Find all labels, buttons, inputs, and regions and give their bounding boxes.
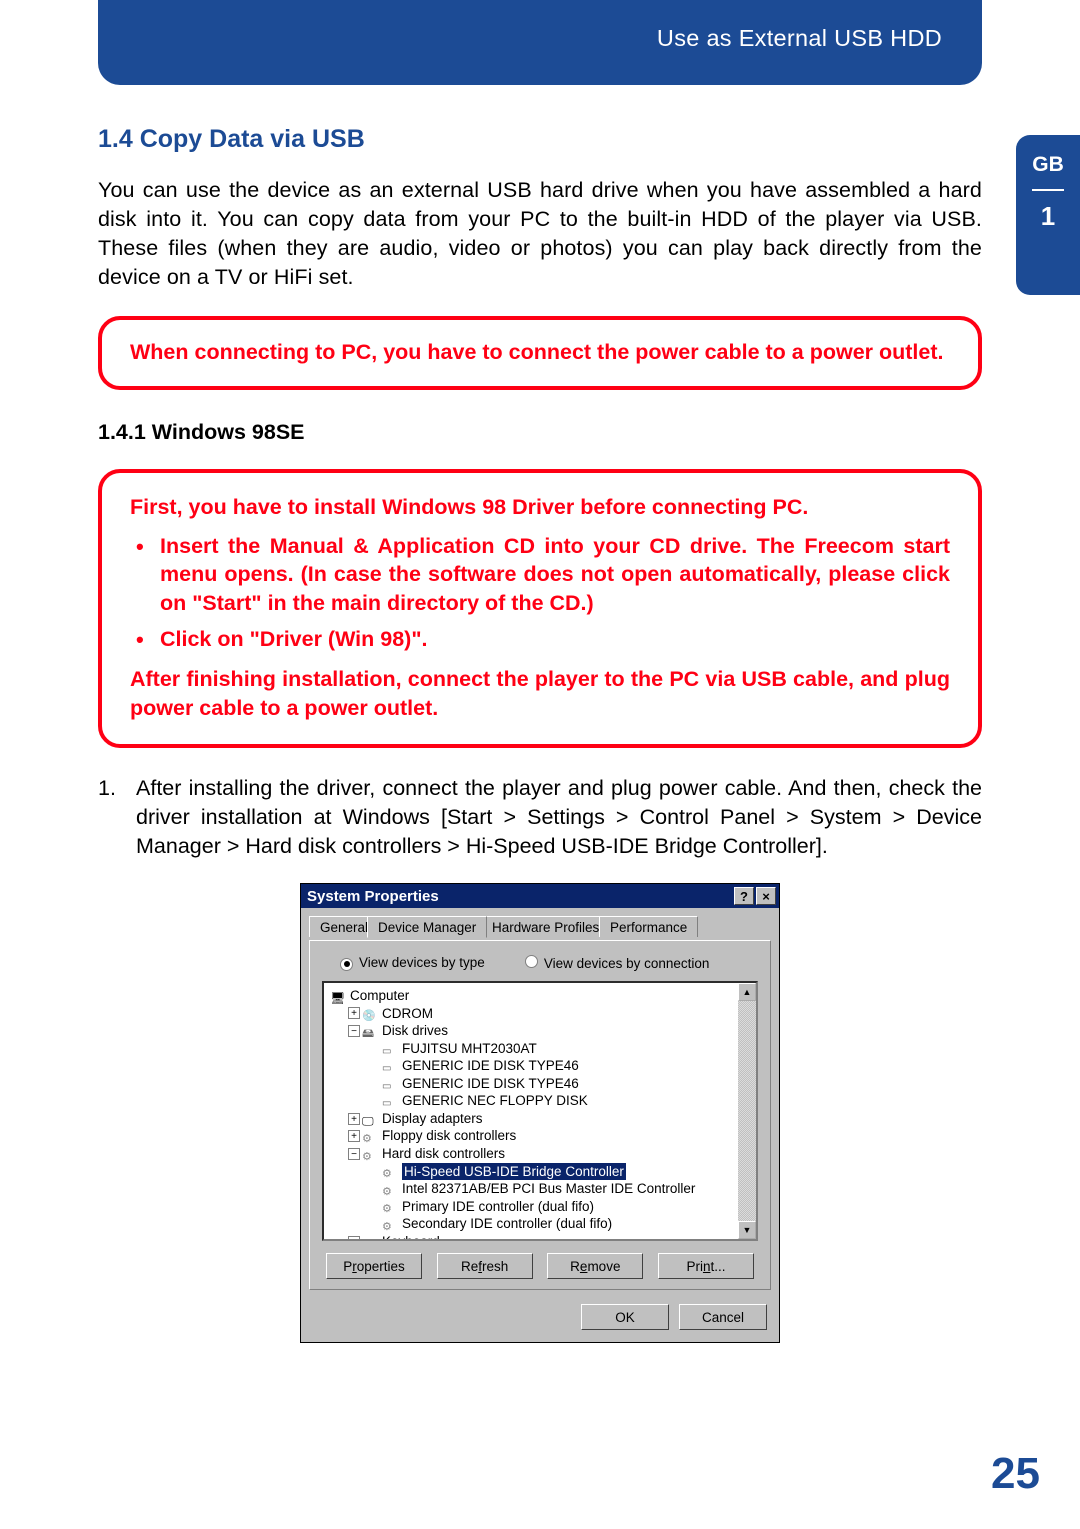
tab-strip: General Device Manager Hardware Profiles… — [309, 916, 771, 940]
tab-hardware-profiles[interactable]: Hardware Profiles — [481, 916, 610, 937]
warning-box-driver: First, you have to install Windows 98 Dr… — [98, 469, 982, 748]
header-title: Use as External USB HDD — [657, 25, 942, 52]
driver-bullet-2: Click on "Driver (Win 98)". — [160, 625, 950, 653]
display-icon — [362, 1112, 378, 1126]
close-icon[interactable]: × — [756, 887, 776, 905]
step-1: 1. After installing the driver, connect … — [98, 774, 982, 861]
floppy-ctrl-icon — [362, 1129, 378, 1143]
device-tree[interactable]: Computer +CDROM −Disk drives FUJITSU MHT… — [324, 983, 738, 1239]
language-code: GB — [1032, 153, 1064, 177]
controller-icon — [382, 1164, 398, 1178]
radio-view-by-connection[interactable]: View devices by connection — [525, 955, 710, 971]
keyboard-icon — [362, 1235, 378, 1242]
driver-trail: After finishing installation, connect th… — [130, 665, 950, 722]
step-1-number: 1. — [98, 774, 116, 803]
controller-icon — [382, 1199, 398, 1213]
disk-icon — [382, 1042, 398, 1056]
scroll-down-icon[interactable]: ▼ — [738, 1221, 756, 1239]
page-header: Use as External USB HDD — [98, 0, 982, 85]
properties-button[interactable]: Properties — [326, 1253, 422, 1279]
warning-box-power: When connecting to PC, you have to conne… — [98, 316, 982, 390]
hdc-icon — [362, 1147, 378, 1161]
step-1-text: After installing the driver, connect the… — [136, 776, 982, 858]
section-heading: 1.4 Copy Data via USB — [98, 125, 982, 154]
disk-icon — [382, 1059, 398, 1073]
remove-button[interactable]: Remove — [547, 1253, 643, 1279]
expand-icon[interactable]: + — [348, 1236, 360, 1242]
disk-icon — [382, 1094, 398, 1108]
expand-icon[interactable]: + — [348, 1007, 360, 1019]
print-button[interactable]: Print... — [658, 1253, 754, 1279]
chapter-number: 1 — [1041, 201, 1055, 232]
tab-performance[interactable]: Performance — [599, 916, 698, 937]
collapse-icon[interactable]: − — [348, 1148, 360, 1160]
controller-icon — [382, 1182, 398, 1196]
radio-view-by-type[interactable]: View devices by type — [340, 955, 485, 971]
side-tab: GB 1 — [1016, 135, 1080, 295]
warning-text: When connecting to PC, you have to conne… — [130, 340, 944, 364]
ok-button[interactable]: OK — [581, 1304, 669, 1330]
collapse-icon[interactable]: − — [348, 1025, 360, 1037]
window-title: System Properties — [307, 888, 439, 905]
tab-device-manager[interactable]: Device Manager — [367, 916, 487, 938]
disk-icon — [382, 1077, 398, 1091]
controller-icon — [382, 1217, 398, 1231]
disk-drives-icon — [362, 1024, 378, 1038]
help-icon[interactable]: ? — [734, 887, 754, 905]
intro-paragraph: You can use the device as an external US… — [98, 176, 982, 292]
expand-icon[interactable]: + — [348, 1130, 360, 1142]
refresh-button[interactable]: Refresh — [437, 1253, 533, 1279]
system-properties-window: System Properties ? × General Device Man… — [300, 883, 780, 1343]
scrollbar[interactable]: ▲ ▼ — [738, 983, 756, 1239]
driver-bullet-1: Insert the Manual & Application CD into … — [160, 532, 950, 617]
computer-icon — [330, 989, 346, 1003]
cancel-button[interactable]: Cancel — [679, 1304, 767, 1330]
window-titlebar[interactable]: System Properties ? × — [301, 884, 779, 908]
expand-icon[interactable]: + — [348, 1113, 360, 1125]
selected-device[interactable]: Hi-Speed USB-IDE Bridge Controller — [402, 1163, 626, 1181]
driver-lead: First, you have to install Windows 98 Dr… — [130, 493, 950, 521]
scroll-up-icon[interactable]: ▲ — [738, 983, 756, 1001]
subsection-heading: 1.4.1 Windows 98SE — [98, 420, 982, 445]
cdrom-icon — [362, 1006, 378, 1020]
page-number: 25 — [991, 1449, 1040, 1499]
